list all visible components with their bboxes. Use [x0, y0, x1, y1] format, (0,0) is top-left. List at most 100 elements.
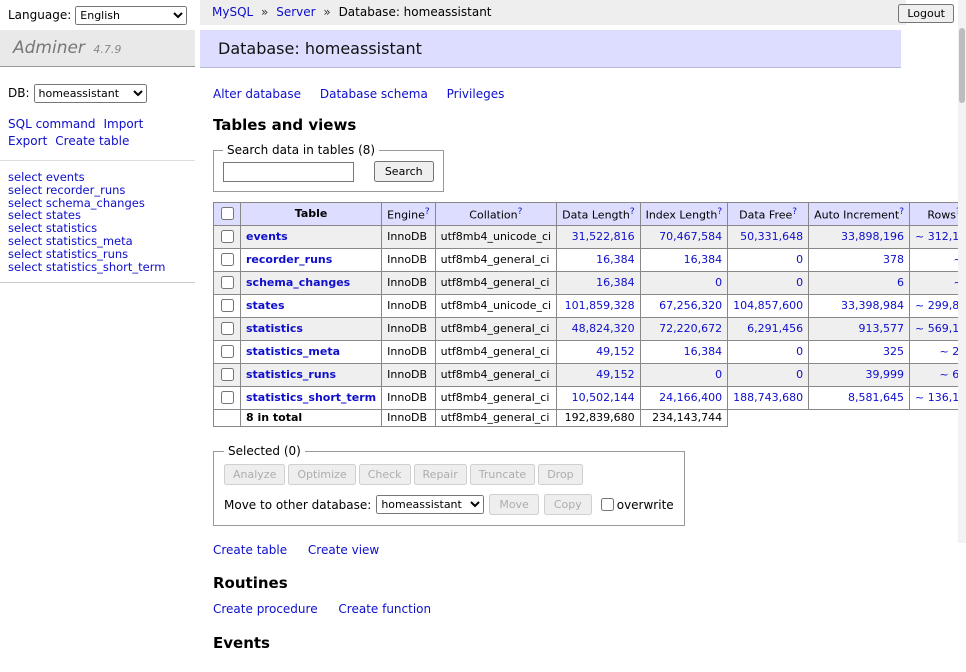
index-length-link[interactable]: 0 [715, 276, 722, 289]
auto-increment-link[interactable]: 33,898,196 [841, 230, 904, 243]
data-free-link[interactable]: 0 [796, 368, 803, 381]
row-checkbox[interactable] [221, 230, 234, 243]
help-link[interactable]: ? [899, 207, 904, 217]
sidebar-table-link[interactable]: select statistics_short_term [8, 261, 187, 274]
index-length-link[interactable]: 70,467,584 [659, 230, 722, 243]
select-all-checkbox[interactable] [221, 207, 234, 220]
breadcrumb-current: Database: homeassistant [339, 5, 492, 19]
index-length-link[interactable]: 72,220,672 [659, 322, 722, 335]
data-free-link[interactable]: 0 [796, 276, 803, 289]
overwrite-checkbox[interactable] [601, 498, 614, 511]
database-schema-link[interactable]: Database schema [320, 87, 428, 101]
row-checkbox[interactable] [221, 276, 234, 289]
routine-links: Create procedure Create function [213, 602, 966, 616]
privileges-link[interactable]: Privileges [447, 87, 505, 101]
help-link[interactable]: ? [717, 207, 722, 217]
table-name-link[interactable]: events [246, 230, 288, 243]
index-length-link[interactable]: 24,166,400 [659, 391, 722, 404]
sidebar-table-link[interactable]: select recorder_runs [8, 184, 187, 197]
auto-increment-link[interactable]: 39,999 [866, 368, 905, 381]
breadcrumb-link-mysql[interactable]: MySQL [212, 5, 253, 19]
data-length-link[interactable]: 16,384 [596, 276, 635, 289]
row-checkbox[interactable] [221, 345, 234, 358]
sidebar-table-link[interactable]: select events [8, 171, 187, 184]
analyze-button[interactable]: Analyze [224, 464, 285, 485]
table-name-link[interactable]: statistics_meta [246, 345, 340, 358]
sidebar-link-import[interactable]: Import [103, 117, 143, 131]
table-name-link[interactable]: states [246, 299, 285, 312]
data-length-link[interactable]: 31,522,816 [572, 230, 635, 243]
auto-increment-link[interactable]: 378 [883, 253, 904, 266]
index-length-link[interactable]: 67,256,320 [659, 299, 722, 312]
db-select[interactable]: homeassistant [34, 84, 147, 103]
data-free-link[interactable]: 0 [796, 345, 803, 358]
sidebar-link-create-table[interactable]: Create table [55, 134, 129, 148]
app-name: Adminer [13, 38, 85, 58]
index-length-link[interactable]: 0 [715, 368, 722, 381]
data-free-link[interactable]: 104,857,600 [733, 299, 803, 312]
language-select[interactable]: English [75, 6, 187, 25]
data-free-link[interactable]: 188,743,680 [733, 391, 803, 404]
auto-increment-link[interactable]: 325 [883, 345, 904, 358]
sidebar-table-link[interactable]: select statistics_runs [8, 248, 187, 261]
create-function-link[interactable]: Create function [338, 602, 431, 616]
create-view-link[interactable]: Create view [308, 543, 379, 557]
copy-button[interactable]: Copy [544, 494, 592, 515]
help-link[interactable]: ? [518, 207, 523, 217]
data-length-link[interactable]: 10,502,144 [572, 391, 635, 404]
row-checkbox[interactable] [221, 299, 234, 312]
data-free-cell: 188,743,680 [728, 387, 809, 410]
data-free-link[interactable]: 50,331,648 [740, 230, 803, 243]
sidebar-table-link[interactable]: select statistics_meta [8, 235, 187, 248]
create-procedure-link[interactable]: Create procedure [213, 602, 318, 616]
truncate-button[interactable]: Truncate [470, 464, 535, 485]
scrollbar[interactable] [958, 0, 966, 543]
row-checkbox[interactable] [221, 322, 234, 335]
check-button[interactable]: Check [359, 464, 411, 485]
repair-button[interactable]: Repair [414, 464, 467, 485]
data-length-link[interactable]: 49,152 [596, 368, 635, 381]
move-database-select[interactable]: homeassistant [376, 495, 484, 514]
help-link[interactable]: ? [630, 207, 635, 217]
help-link[interactable]: ? [792, 207, 797, 217]
row-checkbox[interactable] [221, 391, 234, 404]
search-input[interactable] [223, 162, 354, 182]
data-free-link[interactable]: 6,291,456 [747, 322, 803, 335]
scrollbar-thumb[interactable] [959, 28, 965, 103]
row-checkbox[interactable] [221, 368, 234, 381]
table-name-link[interactable]: statistics_short_term [246, 391, 376, 404]
index-length-link[interactable]: 16,384 [684, 345, 723, 358]
table-name-link[interactable]: statistics_runs [246, 368, 336, 381]
breadcrumb-link-server[interactable]: Server [276, 5, 315, 19]
data-length-link[interactable]: 101,859,328 [565, 299, 635, 312]
table-name-link[interactable]: recorder_runs [246, 253, 332, 266]
auto-increment-cell: 33,898,196 [809, 226, 910, 249]
sidebar-link-export[interactable]: Export [8, 134, 47, 148]
table-name-link[interactable]: statistics [246, 322, 303, 335]
engine-cell: InnoDB [382, 318, 435, 341]
help-link[interactable]: ? [425, 207, 430, 217]
data-length-link[interactable]: 49,152 [596, 345, 635, 358]
auto-increment-link[interactable]: 6 [897, 276, 904, 289]
data-length-link[interactable]: 48,824,320 [572, 322, 635, 335]
auto-increment-cell: 8,581,645 [809, 387, 910, 410]
auto-increment-link[interactable]: 33,398,984 [841, 299, 904, 312]
auto-increment-link[interactable]: 913,577 [859, 322, 905, 335]
alter-database-link[interactable]: Alter database [213, 87, 301, 101]
drop-button[interactable]: Drop [538, 464, 582, 485]
search-button[interactable]: Search [374, 161, 434, 182]
data-length-link[interactable]: 16,384 [596, 253, 635, 266]
logout-button[interactable]: Logout [898, 4, 954, 23]
create-table-link[interactable]: Create table [213, 543, 287, 557]
sidebar-link-sql-command[interactable]: SQL command [8, 117, 95, 131]
optimize-button[interactable]: Optimize [288, 464, 355, 485]
auto-increment-link[interactable]: 8,581,645 [848, 391, 904, 404]
data-free-link[interactable]: 0 [796, 253, 803, 266]
move-button[interactable]: Move [489, 494, 539, 515]
index-length-link[interactable]: 16,384 [684, 253, 723, 266]
total-data-length-cell: 192,839,680 [557, 410, 640, 427]
collation-cell: utf8mb4_unicode_ci [435, 226, 556, 249]
collation-cell: utf8mb4_general_ci [435, 272, 556, 295]
table-name-link[interactable]: schema_changes [246, 276, 350, 289]
row-checkbox[interactable] [221, 253, 234, 266]
